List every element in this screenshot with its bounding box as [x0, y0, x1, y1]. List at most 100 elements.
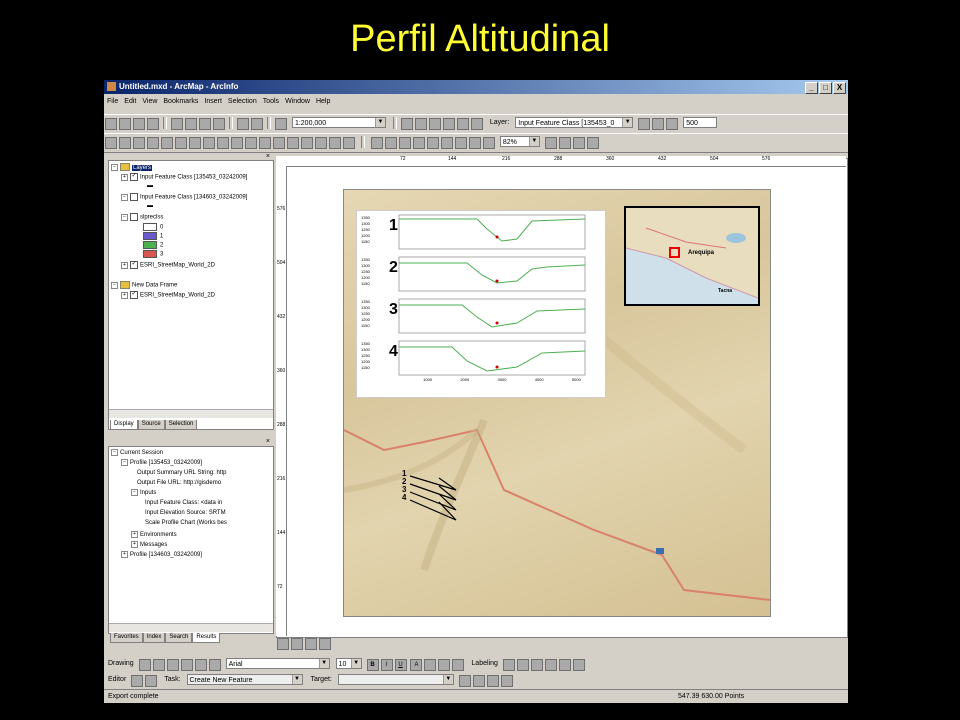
- toc-data-frame-node[interactable]: − New Data Frame: [111, 281, 177, 290]
- edit-tool-icon[interactable]: [131, 675, 144, 687]
- save-icon[interactable]: [133, 118, 145, 130]
- toc-layer-item[interactable]: − slpreclss: [121, 213, 163, 222]
- resolution-spinner[interactable]: 500: [683, 117, 718, 128]
- toc-horizontal-scrollbar[interactable]: [109, 409, 273, 418]
- italic-button[interactable]: I: [380, 659, 393, 671]
- chevron-down-icon[interactable]: ▼: [442, 675, 453, 684]
- toc-layer-item[interactable]: + ✓ Input Feature Class [135453_03242009]: [121, 173, 247, 182]
- chevron-down-icon[interactable]: ▼: [318, 659, 329, 668]
- arccatalog-icon[interactable]: [428, 118, 441, 130]
- time-slider-icon[interactable]: [329, 137, 341, 149]
- labeling-menu[interactable]: Labeling: [471, 657, 497, 671]
- sketch-properties-icon[interactable]: [500, 675, 513, 687]
- measure-icon[interactable]: [301, 137, 313, 149]
- add-data-icon[interactable]: [275, 118, 287, 130]
- layout-forward-icon[interactable]: [482, 137, 495, 149]
- redo-icon[interactable]: [251, 118, 263, 130]
- layout-view[interactable]: 1 2 3 4 1 2 3 4 1350 1300 1250 1200 1150…: [276, 158, 848, 638]
- toc-layer-item[interactable]: + ✓ ESRI_StreetMap_World_2D: [121, 261, 215, 270]
- chevron-down-icon[interactable]: ▼: [374, 118, 385, 127]
- refresh-icon[interactable]: [305, 638, 317, 650]
- whats-this-icon[interactable]: [470, 118, 483, 130]
- label-icon[interactable]: [208, 659, 221, 671]
- line-color-icon[interactable]: [438, 659, 451, 671]
- chevron-down-icon[interactable]: ▼: [622, 118, 633, 127]
- results-environments[interactable]: + Environments: [131, 531, 177, 539]
- layout-view-icon[interactable]: [291, 638, 303, 650]
- fixed-zoom-out-layout-icon[interactable]: [454, 137, 467, 149]
- underline-button[interactable]: U: [394, 659, 407, 671]
- drawing-menu[interactable]: Drawing: [108, 657, 134, 671]
- zoom-in-icon[interactable]: [105, 137, 117, 149]
- layout-zoom-out-icon[interactable]: [384, 137, 397, 149]
- menu-edit[interactable]: Edit: [121, 96, 139, 108]
- results-inputs[interactable]: − Inputs: [131, 489, 156, 497]
- results-input[interactable]: Input Feature Class: <data in: [145, 499, 222, 507]
- tab-display[interactable]: Display: [110, 420, 138, 430]
- menu-bookmarks[interactable]: Bookmarks: [160, 96, 201, 108]
- fill-color-icon[interactable]: [424, 659, 437, 671]
- zoom-to-elements-icon[interactable]: [166, 659, 179, 671]
- pan-icon[interactable]: [161, 137, 173, 149]
- layer-checkbox[interactable]: [130, 213, 138, 221]
- text-icon[interactable]: [194, 659, 207, 671]
- contrast-icon[interactable]: [638, 118, 651, 130]
- close-icon[interactable]: ×: [266, 438, 270, 445]
- line-draw-icon[interactable]: [180, 659, 193, 671]
- toc-layer-item[interactable]: + ✓ ESRI_StreetMap_World_2D: [121, 291, 215, 300]
- editor-menu[interactable]: Editor: [108, 673, 126, 687]
- layer-checkbox[interactable]: ✓: [130, 173, 138, 181]
- results-profile[interactable]: + Profile [134603_03242009]: [121, 551, 202, 559]
- split-icon[interactable]: [458, 675, 471, 687]
- brightness-icon[interactable]: [652, 118, 665, 130]
- tab-selection[interactable]: Selection: [164, 420, 198, 430]
- forward-icon[interactable]: [203, 137, 215, 149]
- open-icon[interactable]: [119, 118, 131, 130]
- tab-source[interactable]: Source: [137, 420, 165, 430]
- rotate-icon[interactable]: [152, 659, 165, 671]
- bold-button[interactable]: B: [366, 659, 379, 671]
- viewer-icon[interactable]: [343, 137, 355, 149]
- identify-icon[interactable]: [259, 137, 271, 149]
- label-weight-icon[interactable]: [516, 659, 529, 671]
- tab-results[interactable]: Results: [192, 633, 221, 643]
- task-combo[interactable]: Create New Feature ▼: [186, 674, 303, 685]
- delete-icon[interactable]: [213, 118, 225, 130]
- select-elements-icon[interactable]: [245, 137, 257, 149]
- new-icon[interactable]: [105, 118, 117, 130]
- attributes-icon[interactable]: [486, 675, 499, 687]
- full-extent-icon[interactable]: [175, 137, 187, 149]
- results-profile[interactable]: − Profile [135453_03242009]: [121, 459, 202, 467]
- results-messages[interactable]: + Messages: [131, 541, 167, 549]
- chevron-down-icon[interactable]: ▼: [291, 675, 302, 684]
- results-input[interactable]: Input Elevation Source: SRTM: [145, 509, 226, 517]
- select-features-icon[interactable]: [217, 137, 229, 149]
- cut-icon[interactable]: [171, 118, 183, 130]
- font-name-combo[interactable]: Arial ▼: [225, 658, 330, 669]
- hyperlink-icon[interactable]: [315, 137, 327, 149]
- globe-icon[interactable]: [277, 638, 289, 650]
- model-builder-icon[interactable]: [456, 118, 469, 130]
- paste-icon[interactable]: [199, 118, 211, 130]
- tab-favorites[interactable]: Favorites: [110, 633, 143, 643]
- data-driven-pages-icon[interactable]: [586, 137, 599, 149]
- zoom-100-icon[interactable]: [426, 137, 439, 149]
- back-icon[interactable]: [189, 137, 201, 149]
- font-color-button[interactable]: A: [410, 659, 423, 671]
- chevron-down-icon[interactable]: ▼: [350, 659, 361, 668]
- layer-checkbox[interactable]: [130, 193, 138, 201]
- find-icon[interactable]: [273, 137, 285, 149]
- chevron-down-icon[interactable]: ▼: [528, 137, 539, 146]
- menu-tools[interactable]: Tools: [260, 96, 282, 108]
- transparency-icon[interactable]: [666, 118, 679, 130]
- layout-back-icon[interactable]: [468, 137, 481, 149]
- zoom-out-icon[interactable]: [119, 137, 131, 149]
- menu-insert[interactable]: Insert: [201, 96, 225, 108]
- fixed-zoom-in-layout-icon[interactable]: [440, 137, 453, 149]
- tab-search[interactable]: Search: [165, 633, 193, 643]
- results-horizontal-scrollbar[interactable]: [109, 623, 273, 632]
- menu-help[interactable]: Help: [313, 96, 333, 108]
- close-icon[interactable]: ×: [266, 153, 270, 160]
- rotate-feature-icon[interactable]: [472, 675, 485, 687]
- layout-zoom-in-icon[interactable]: [370, 137, 383, 149]
